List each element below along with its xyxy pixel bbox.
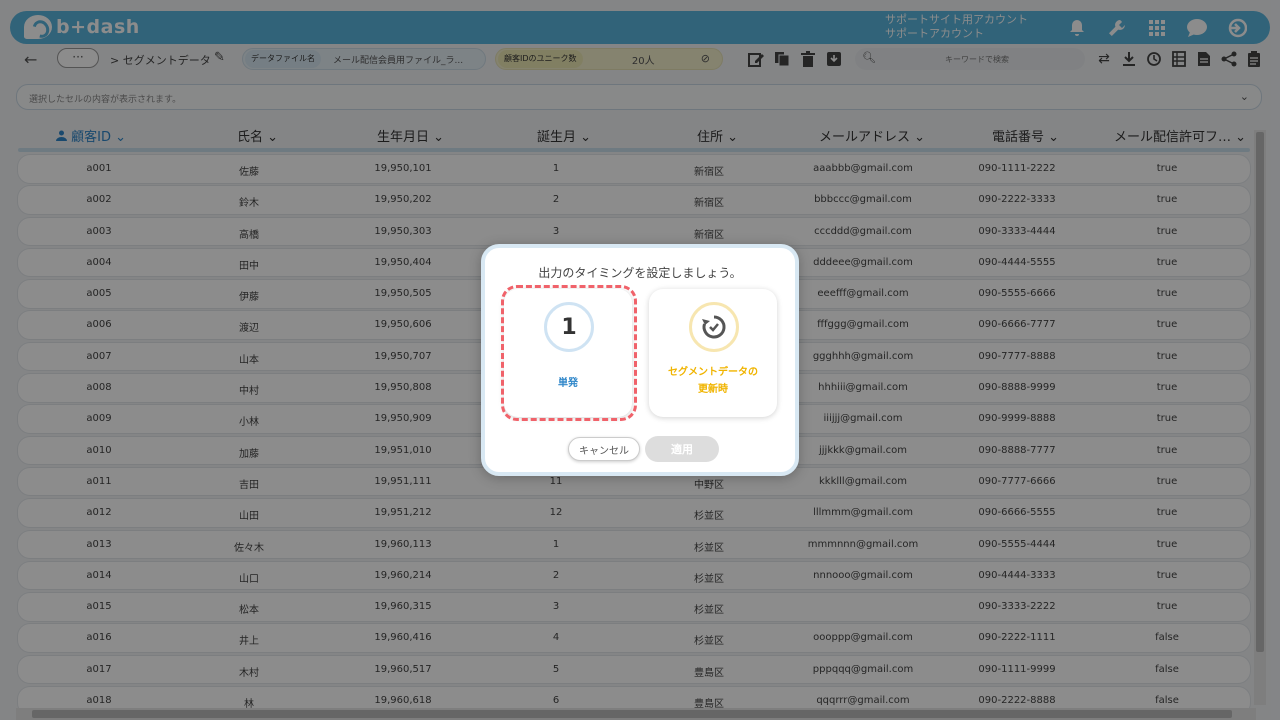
option-on-update-card[interactable]: セグメントデータの 更新時	[649, 289, 777, 417]
apply-button[interactable]: 適用	[645, 436, 719, 462]
output-timing-dialog: 出力のタイミングを設定しましょう。 1 単発 セグメントデータの 更新時 キャン…	[481, 244, 799, 476]
selected-option-highlight	[501, 285, 637, 421]
cancel-button[interactable]: キャンセル	[568, 437, 640, 461]
dialog-title: 出力のタイミングを設定しましょう。	[538, 266, 742, 280]
option-on-update-label: セグメントデータの 更新時	[668, 367, 758, 395]
timer-refresh-icon	[689, 302, 739, 352]
